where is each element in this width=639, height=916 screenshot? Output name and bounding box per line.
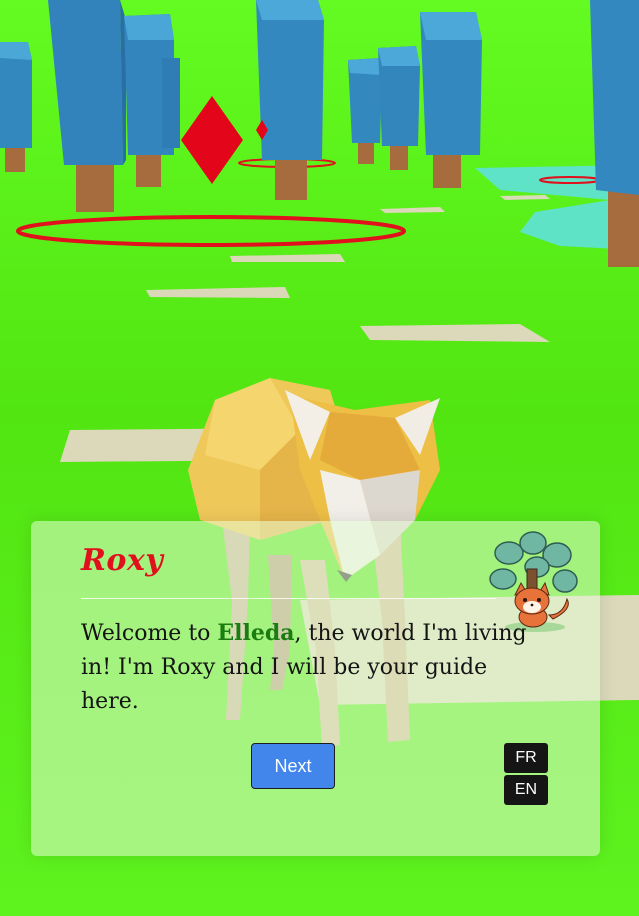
message-intro: Welcome to (81, 621, 218, 646)
language-fr-button[interactable]: FR (504, 743, 548, 773)
dialog-message: Welcome to Elleda, the world I'm living … (81, 616, 551, 719)
speaker-name: Roxy (81, 543, 164, 578)
world-name: Elleda (217, 620, 295, 646)
next-button[interactable]: Next (251, 743, 335, 789)
dialog-panel: Roxy Welcome to Elleda, the world I'm li… (31, 521, 600, 856)
language-en-button[interactable]: EN (504, 775, 548, 805)
dialog-divider (81, 598, 496, 599)
